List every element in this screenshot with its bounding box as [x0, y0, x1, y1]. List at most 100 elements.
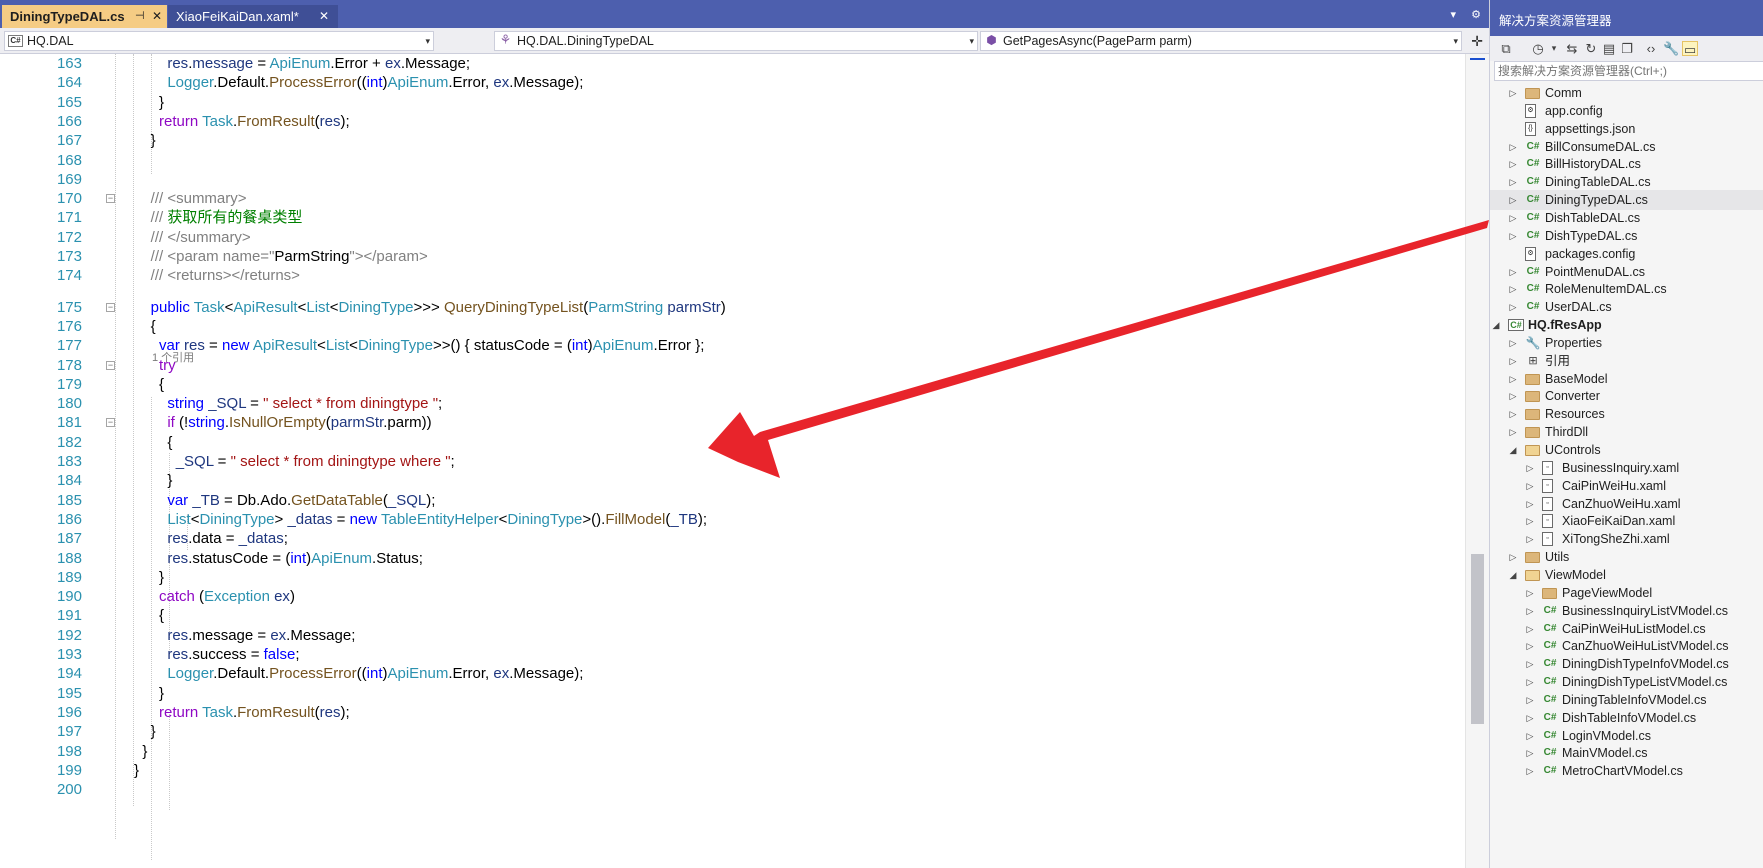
scrollbar-thumb[interactable] [1471, 554, 1484, 724]
code-line[interactable]: 163 res.message = ApiEnum.Error + ex.Mes… [0, 54, 1465, 74]
line-number: 196 [56, 703, 82, 721]
chevron-down-icon[interactable]: ▾ [1546, 41, 1562, 56]
code-token: parmStr [667, 298, 721, 316]
code-token: .Message; [286, 626, 356, 644]
code-line[interactable]: 188 res.statusCode = (int)ApiEnum.Status… [0, 549, 1465, 569]
code-line[interactable]: 172 /// </summary> [0, 228, 1465, 248]
refresh-icon[interactable]: ↻ [1583, 41, 1599, 56]
pending-changes-icon[interactable]: ⇆ [1564, 41, 1580, 56]
type-dropdown[interactable]: ⚘ HQ.DAL.DiningTypeDAL ▾ [494, 31, 978, 51]
code-line[interactable]: 180 string _SQL = " select * from dining… [0, 394, 1465, 414]
code-line[interactable]: 167 } [0, 131, 1465, 151]
code-line[interactable]: 177 var res = new ApiResult<List<DiningT… [0, 336, 1465, 356]
code-line[interactable]: 171 /// 获取所有的餐桌类型 [0, 208, 1465, 228]
collapse-all-icon[interactable]: ▤ [1601, 41, 1617, 56]
close-icon[interactable]: ✕ [319, 5, 329, 28]
xaml-file-icon: ▫ [1542, 460, 1553, 475]
preview-selected-icon[interactable]: ▭ [1682, 41, 1698, 57]
history-icon[interactable]: ◷ [1530, 41, 1546, 56]
code-line[interactable]: 194 Logger.Default.ProcessError((int)Api… [0, 664, 1465, 684]
code-line[interactable]: 196 return Task.FromResult(res); [0, 703, 1465, 723]
code-token: res [167, 549, 189, 567]
code-line[interactable]: 192 res.message = ex.Message; [0, 626, 1465, 646]
code-line[interactable]: 179 { [0, 375, 1465, 395]
tab-xiaofeikaidan[interactable]: XiaoFeiKaiDan.xaml* ✕ [168, 5, 338, 28]
config-file-icon: ⚙ [1525, 103, 1536, 118]
code-token: { [134, 317, 156, 335]
code-line[interactable]: 168 [0, 151, 1465, 171]
code-line[interactable]: 182 { [0, 433, 1465, 453]
code-line[interactable]: 174 /// <returns></returns> [0, 266, 1465, 286]
tab-diningtypedal[interactable]: DiningTypeDAL.cs ⊣ ✕ [2, 5, 167, 28]
code-token: res [167, 530, 189, 548]
code-line[interactable]: 175 − public Task<ApiResult<List<DiningTy… [0, 298, 1465, 318]
code-line[interactable]: 189 } [0, 568, 1465, 588]
code-line[interactable]: 173 /// <param name="ParmString"></param… [0, 247, 1465, 267]
csharp-file-icon: C# [1526, 211, 1540, 223]
pin-icon[interactable]: ⊣ [135, 5, 145, 28]
split-editor-icon[interactable]: ✛ [1471, 33, 1483, 50]
code-line[interactable]: 199} [0, 761, 1465, 781]
view-code-icon[interactable]: ‹› [1643, 41, 1659, 56]
code-line[interactable]: 184 } [0, 471, 1465, 491]
code-line[interactable]: 164 Logger.Default.ProcessError((int)Api… [0, 73, 1465, 93]
code-token: { [134, 433, 173, 451]
close-icon[interactable]: ✕ [152, 5, 162, 28]
code-token: Task [202, 703, 233, 721]
code-token: .Message; [400, 55, 471, 72]
collapse-outline-icon[interactable]: − [106, 194, 115, 204]
code-text: { [134, 317, 156, 337]
code-line[interactable]: 195 } [0, 684, 1465, 704]
show-all-files-icon[interactable]: ❐ [1619, 41, 1635, 56]
tree-item[interactable]: ▷ C# MetroChartVModel.cs [1490, 761, 1763, 781]
code-line[interactable]: 176 { [0, 317, 1465, 337]
csharp-project-icon: C# [8, 35, 23, 47]
collapse-outline-icon[interactable]: − [106, 302, 115, 312]
code-line[interactable]: 191 { [0, 606, 1465, 626]
code-token: = [213, 453, 231, 470]
code-token: DiningType [338, 298, 414, 316]
project-dropdown[interactable]: C# HQ.DAL ▾ [4, 31, 434, 51]
code-line[interactable]: 178− try [0, 356, 1465, 376]
code-line[interactable]: 190 catch (Exception ex) [0, 587, 1465, 607]
code-line[interactable]: 200 [0, 780, 1465, 800]
folder-icon [1542, 587, 1557, 599]
code-token: .message = [188, 626, 271, 644]
code-line[interactable]: 186 List<DiningType> _datas = new TableE… [0, 510, 1465, 530]
code-line[interactable]: 198 } [0, 742, 1465, 762]
line-number: 178 [56, 356, 82, 374]
code-line[interactable]: 169 [0, 170, 1465, 190]
code-token: = [204, 337, 222, 355]
member-dropdown[interactable]: ⬢ GetPagesAsync(PageParm parm) ▾ [980, 31, 1462, 51]
code-line[interactable]: 193 res.success = false; [0, 645, 1465, 665]
line-number: 184 [56, 472, 82, 490]
code-line[interactable]: 181 − if (!string.IsNullOrEmpty(parmStr.p… [0, 413, 1465, 433]
solution-search-input[interactable] [1494, 61, 1763, 81]
line-number: 199 [56, 761, 82, 779]
codelens-references[interactable]: 1 个引用 [152, 351, 194, 365]
code-token: ; [283, 530, 288, 548]
collapse-outline-icon[interactable]: − [106, 360, 115, 370]
collapsed-chevron-icon[interactable]: ▷ [1525, 761, 1535, 781]
sync-icon[interactable]: ⧉ [1498, 41, 1514, 56]
code-line[interactable]: 185 var _TB = Db.Ado.GetDataTable(_SQL); [0, 491, 1465, 511]
solution-explorer-toolbar: ⧉ ◷ ▾ ⇆ ↻ ▤ ❐ ‹› 🔧 ▭ [1490, 36, 1763, 61]
solution-explorer-title: 解决方案资源管理器 [1490, 0, 1763, 36]
code-line[interactable]: 183 _SQL = " select * from diningtype wh… [0, 452, 1465, 472]
code-token: int [366, 74, 383, 92]
wrench-icon[interactable]: 🔧 [1663, 41, 1679, 56]
code-line[interactable]: 170 − /// <summary> [0, 189, 1465, 209]
collapse-outline-icon[interactable]: − [106, 418, 115, 428]
code-line[interactable]: 166 return Task.FromResult(res); [0, 112, 1465, 132]
code-token: >>> [413, 298, 444, 316]
tab-overflow-menu-icon[interactable]: ▾ ⚙ [1451, 8, 1487, 21]
code-line[interactable]: 187 res.data = _datas; [0, 529, 1465, 549]
vertical-scrollbar[interactable] [1465, 54, 1489, 868]
line-number: 172 [56, 228, 82, 246]
code-view[interactable]: 163 res.message = ApiEnum.Error + ex.Mes… [0, 54, 1465, 868]
code-line[interactable]: 197 } [0, 722, 1465, 742]
code-line[interactable]: 165 } [0, 93, 1465, 113]
